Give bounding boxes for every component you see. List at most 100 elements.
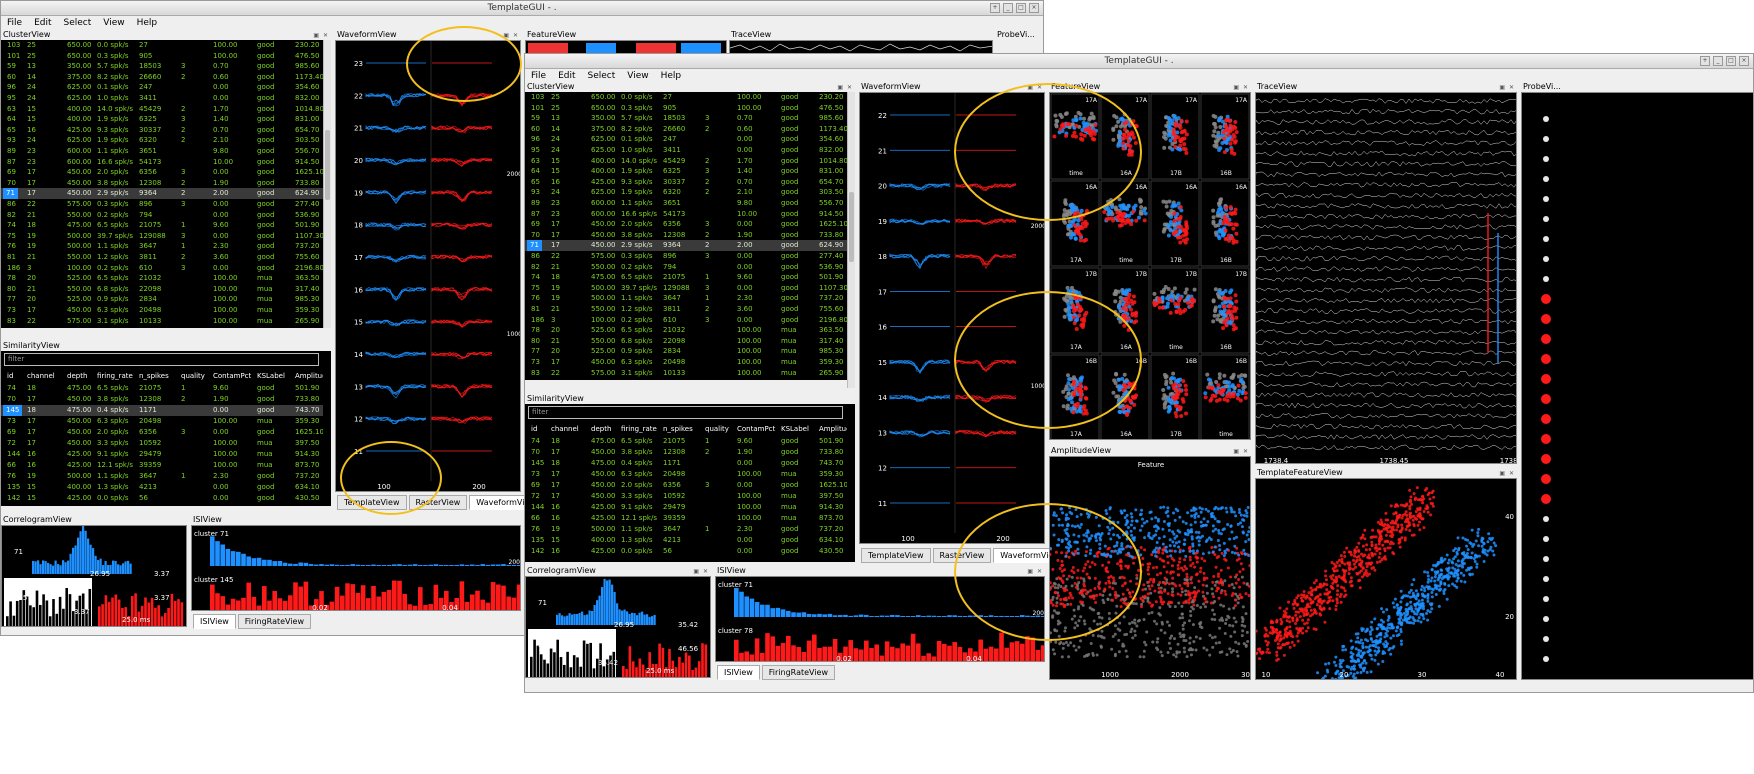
table-row[interactable]: 145 18 475.00 0.4 spk/s 1171 0.00 good 743.70 <box>525 458 847 469</box>
menu-icon[interactable]: + <box>1700 56 1710 66</box>
table-row[interactable]: 71 17 450.00 2.9 spk/s 9364 2 2.00 good 624.90 <box>1 188 323 200</box>
table-row[interactable]: 73 17 450.00 6.3 spk/s 20498 100.00 mua 359.30 <box>525 469 847 480</box>
table-row[interactable]: 87 23 600.00 16.6 spk/s 54173 10.00 good 914.50 <box>525 209 847 220</box>
tab-raster-view[interactable]: RasterView <box>932 548 992 563</box>
dock-buttons-icon[interactable]: ▣ ✕ <box>503 31 519 40</box>
table-row[interactable]: 69 17 450.00 2.0 spk/s 6356 3 0.00 good 1625.10 <box>1 167 323 178</box>
table-row[interactable]: 64 15 400.00 1.9 spk/s 6325 3 1.40 good 831.00 <box>525 166 847 177</box>
table-row[interactable]: 75 19 500.00 39.7 spk/s 129088 3 0.00 good 1107.… <box>525 283 847 294</box>
table-row[interactable]: 73 17 450.00 6.3 spk/s 20498 100.00 mua 359.30 <box>525 357 847 368</box>
table-row[interactable]: 142 15 425.00 0.0 spk/s 56 0.00 good 430.50 <box>1 493 323 504</box>
table-row[interactable]: 64 15 400.00 1.9 spk/s 6325 3 1.40 good 831.00 <box>1 114 323 125</box>
close-icon[interactable]: × <box>1739 56 1749 66</box>
table-row[interactable]: 60 14 375.00 8.2 spk/s 26660 2 0.60 good 1173.40 <box>525 124 847 135</box>
table-row[interactable]: 65 16 425.00 9.3 spk/s 30337 2 0.70 good 654.70 <box>525 177 847 188</box>
dock-buttons-icon[interactable]: ▣ ✕ <box>1233 83 1249 92</box>
table-row[interactable]: 86 22 575.00 0.3 spk/s 896 3 0.00 good 277.40 <box>525 251 847 262</box>
table-row[interactable]: 186 3 100.00 0.2 spk/s 610 3 0.00 good 2196.80 <box>525 315 847 326</box>
table-row[interactable]: 101 25 650.00 0.3 spk/s 905 100.00 good 476.50 <box>525 103 847 114</box>
tab-template-view[interactable]: TemplateView <box>337 495 407 510</box>
cluster-scrollbar[interactable] <box>323 40 331 328</box>
left-window-titlebar[interactable]: TemplateGUI - . + _ □ × <box>1 1 1043 16</box>
tab-template-view[interactable]: TemplateView <box>861 548 931 563</box>
table-row[interactable]: 74 18 475.00 6.5 spk/s 21075 1 9.60 good 501.90 <box>525 436 847 447</box>
table-row[interactable]: 83 22 575.00 3.1 spk/s 10133 100.00 mua 265.90 <box>1 316 323 327</box>
tab-raster-view[interactable]: RasterView <box>408 495 468 510</box>
menu-file[interactable]: File <box>7 16 22 31</box>
table-row[interactable]: 63 15 400.00 14.0 spk/s 45429 2 1.70 good 1014.8… <box>1 104 323 115</box>
table-row[interactable]: 89 23 600.00 1.1 spk/s 3651 9.80 good 556.70 <box>1 146 323 157</box>
dock-buttons-icon[interactable]: ▣ ✕ <box>313 31 329 40</box>
table-row[interactable]: 76 19 500.00 1.1 spk/s 3647 1 2.30 good 737.20 <box>525 293 847 304</box>
table-row[interactable]: 93 24 625.00 1.9 spk/s 6320 2 2.10 good 303.50 <box>1 135 323 146</box>
waveform-plot[interactable]: 2322212019181716151413121110020030020001… <box>335 40 521 492</box>
table-row[interactable]: 83 22 575.00 3.1 spk/s 10133 100.00 mua 265.90 <box>525 368 847 379</box>
table-row[interactable]: 74 18 475.00 6.5 spk/s 21075 1 9.60 good 501.90 <box>1 383 323 394</box>
table-row[interactable]: 69 17 450.00 2.0 spk/s 6356 3 0.00 good 1625.10 <box>525 480 847 491</box>
table-row[interactable]: 74 18 475.00 6.5 spk/s 21075 1 9.60 good 501.90 <box>1 220 323 231</box>
table-row[interactable]: 66 16 425.00 12.1 spk/s 39359 100.00 mua 873.70 <box>525 513 847 524</box>
table-row[interactable]: 72 17 450.00 3.3 spk/s 10592 100.00 mua 397.50 <box>525 491 847 502</box>
menu-view[interactable]: View <box>103 16 124 31</box>
table-row[interactable]: 69 17 450.00 2.0 spk/s 6356 3 0.00 good 1625.10 <box>1 427 323 438</box>
table-row[interactable]: 76 19 500.00 1.1 spk/s 3647 1 2.30 good 737.20 <box>525 524 847 535</box>
cluster-scrollbar[interactable] <box>847 92 855 388</box>
dock-buttons-icon[interactable]: ▣ ✕ <box>1233 447 1249 456</box>
table-row[interactable]: 186 3 100.00 0.2 spk/s 610 3 0.00 good 2196.80 <box>1 263 323 274</box>
dock-buttons-icon[interactable]: ▣ ✕ <box>1499 83 1515 92</box>
dock-buttons-icon[interactable]: ▣ ✕ <box>837 83 853 92</box>
template-feature-plot[interactable]: 10 20 30 40 40 20 <box>1255 478 1517 680</box>
similarity-table[interactable]: id channel depth firing_rate n_spikes quality… <box>1 370 323 504</box>
maximize-icon[interactable]: □ <box>1726 56 1736 66</box>
table-row[interactable]: 76 19 500.00 1.1 spk/s 3647 1 2.30 good 737.20 <box>1 471 323 482</box>
feature-grid[interactable]: 17A time 17A 16A 17A 17B 17A 16B 16A 17A 16A time 16… <box>1049 92 1251 440</box>
table-row[interactable]: 73 17 450.00 6.3 spk/s 20498 100.00 mua 359.30 <box>1 305 323 316</box>
table-row[interactable]: 74 18 475.00 6.5 spk/s 21075 1 9.60 good 501.90 <box>525 272 847 283</box>
filter-input[interactable]: filter <box>4 353 319 366</box>
table-row[interactable]: 82 21 550.00 0.2 spk/s 794 0.00 good 536.90 <box>1 210 323 221</box>
table-row[interactable]: 71 17 450.00 2.9 spk/s 9364 2 2.00 good 624.90 <box>525 240 847 252</box>
table-row[interactable]: 73 17 450.00 6.3 spk/s 20498 100.00 mua 359.30 <box>1 416 323 427</box>
table-row[interactable]: 70 17 450.00 3.8 spk/s 12308 2 1.90 good 733.80 <box>525 447 847 458</box>
table-row[interactable]: 103 25 650.00 0.0 spk/s 27 100.00 good 230.20 <box>1 40 323 51</box>
menu-edit[interactable]: Edit <box>34 16 51 31</box>
correlogram-plot[interactable]: 71 145 26.95 3.37 3.37 3.37 25.0 ms <box>1 525 187 627</box>
table-row[interactable]: 95 24 625.00 1.0 spk/s 3411 0.00 good 832.00 <box>1 93 323 104</box>
dock-buttons-icon[interactable]: ▣ ✕ <box>1499 469 1515 478</box>
table-row[interactable]: 77 20 525.00 0.9 spk/s 2834 100.00 mua 985.30 <box>525 346 847 357</box>
table-row[interactable]: 76 19 500.00 1.1 spk/s 3647 1 2.30 good 737.20 <box>1 241 323 252</box>
table-row[interactable]: 95 24 625.00 1.0 spk/s 3411 0.00 good 832.00 <box>525 145 847 156</box>
dock-buttons-icon[interactable]: ▣ ✕ <box>1027 83 1043 92</box>
table-row[interactable]: 144 16 425.00 9.1 spk/s 29479 100.00 mua 914.30 <box>525 502 847 513</box>
table-row[interactable]: 63 15 400.00 14.0 spk/s 45429 2 1.70 good 1014.8… <box>525 156 847 167</box>
table-row[interactable]: 78 20 525.00 6.5 spk/s 21032 100.00 mua 363.50 <box>525 325 847 336</box>
minimize-icon[interactable]: _ <box>1713 56 1723 66</box>
table-row[interactable]: 86 22 575.00 0.3 spk/s 896 3 0.00 good 277.40 <box>1 199 323 210</box>
similarity-table[interactable]: id channel depth firing_rate n_spikes quality… <box>525 423 847 557</box>
table-row[interactable]: 59 13 350.00 5.7 spk/s 18503 3 0.70 good 985.60 <box>525 113 847 124</box>
table-row[interactable]: 70 17 450.00 3.8 spk/s 12308 2 1.90 good 733.80 <box>1 178 323 189</box>
table-row[interactable]: 82 21 550.00 0.2 spk/s 794 0.00 good 536.90 <box>525 262 847 273</box>
table-row[interactable]: 142 16 425.00 0.0 spk/s 56 0.00 good 430.50 <box>525 546 847 557</box>
table-row[interactable]: 135 15 400.00 1.3 spk/s 4213 0.00 good 634.10 <box>1 482 323 493</box>
table-row[interactable]: 78 20 525.00 6.5 spk/s 21032 100.00 mua 363.50 <box>1 273 323 284</box>
table-row[interactable]: 65 16 425.00 9.3 spk/s 30337 2 0.70 good 654.70 <box>1 125 323 136</box>
table-row[interactable]: 81 21 550.00 1.2 spk/s 3811 2 3.60 good 755.60 <box>1 252 323 263</box>
table-row[interactable]: 59 13 350.00 5.7 spk/s 18503 3 0.70 good 985.60 <box>1 61 323 72</box>
table-row[interactable]: 60 14 375.00 8.2 spk/s 26660 2 0.60 good 1173.40 <box>1 72 323 83</box>
menu-select[interactable]: Select <box>64 16 92 31</box>
table-row[interactable]: 72 17 450.00 3.3 spk/s 10592 100.00 mua 397.50 <box>1 438 323 449</box>
menu-help[interactable]: Help <box>137 16 158 31</box>
filter-input[interactable]: filter <box>528 406 843 419</box>
table-row[interactable]: 89 23 600.00 1.1 spk/s 3651 9.80 good 556.70 <box>525 198 847 209</box>
table-row[interactable]: 75 19 500.00 39.7 spk/s 129088 3 0.00 good 1107.… <box>1 231 323 242</box>
tab-firing-rate-view[interactable]: FiringRateView <box>237 614 312 629</box>
cluster-table[interactable]: 103 25 650.00 0.0 spk/s 27 100.00 good 230.20 10… <box>1 40 323 328</box>
cluster-table[interactable]: 103 25 650.00 0.0 spk/s 27 100.00 good 230.20 10… <box>525 92 847 380</box>
table-row[interactable]: 135 15 400.00 1.3 spk/s 4213 0.00 good 634.10 <box>525 535 847 546</box>
table-row[interactable]: 103 25 650.00 0.0 spk/s 27 100.00 good 230.20 <box>525 92 847 103</box>
table-row[interactable]: 144 16 425.00 9.1 spk/s 29479 100.00 mua 914.30 <box>1 449 323 460</box>
table-row[interactable]: 70 17 450.00 3.8 spk/s 12308 2 1.90 good 733.80 <box>525 230 847 241</box>
table-row[interactable]: 69 17 450.00 2.0 spk/s 6356 3 0.00 good 1625.10 <box>525 219 847 230</box>
amplitude-plot[interactable]: Feature100020003000 <box>1049 456 1251 680</box>
